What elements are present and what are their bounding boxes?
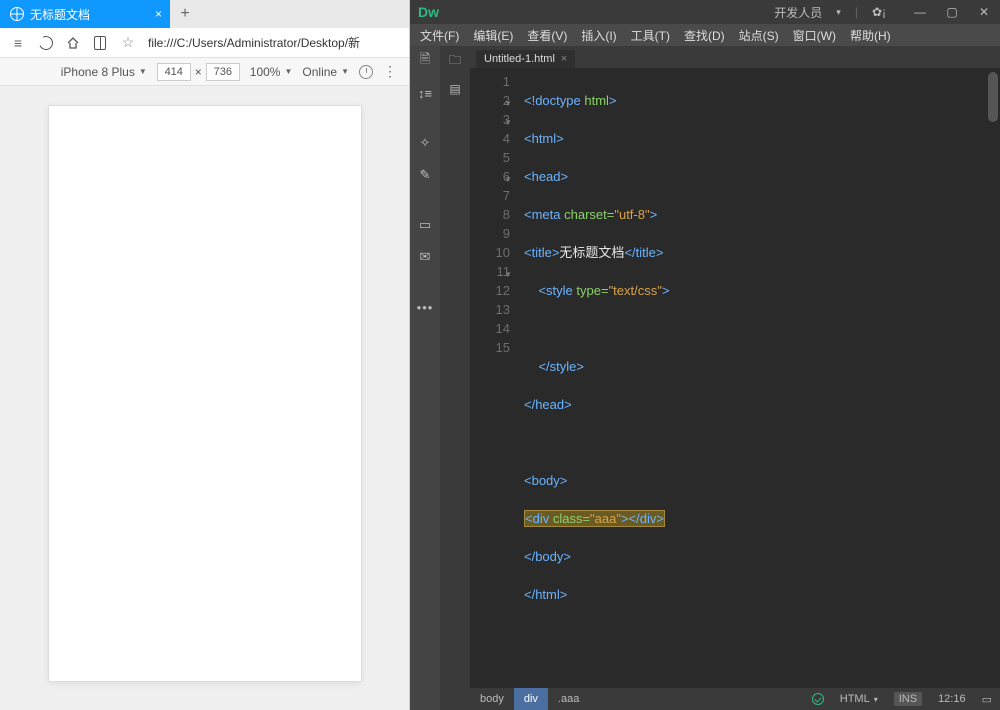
brush-icon[interactable]: ✎: [416, 166, 434, 184]
line-gutter: 1 2▼ 3▼ 4 5 6▼ 7 8 9 10 11▼ 12 13 14: [470, 68, 518, 688]
bookmark-icon[interactable]: ☆: [120, 35, 136, 51]
viewport-dimensions: ×: [157, 63, 240, 81]
dw-titlebar: Dw 开发人员 ▾ | ✿¡ — ▢ ✕: [410, 0, 1000, 24]
panel-files-icon[interactable]: 🗀: [446, 52, 464, 70]
code-editor[interactable]: 1 2▼ 3▼ 4 5 6▼ 7 8 9 10 11▼ 12 13 14: [470, 68, 1000, 688]
dw-logo: Dw: [418, 4, 439, 20]
status-time: 12:16: [930, 693, 974, 705]
tab-title: 无标题文档: [30, 6, 90, 23]
crumb-body[interactable]: body: [470, 688, 514, 710]
chat-icon[interactable]: ▭: [416, 216, 434, 234]
close-file-icon[interactable]: ×: [561, 53, 567, 65]
device-preview: [0, 86, 409, 710]
globe-icon: [10, 7, 24, 21]
file-tab-label: Untitled-1.html: [484, 53, 555, 65]
throttle-value: Online: [302, 65, 337, 79]
wand-icon[interactable]: ✧: [416, 134, 434, 152]
status-lang[interactable]: HTML ▾: [832, 693, 886, 705]
dw-menubar: 文件(F) 编辑(E) 查看(V) 插入(I) 工具(T) 查找(D) 站点(S…: [410, 24, 1000, 46]
maximize-button[interactable]: ▢: [942, 5, 962, 19]
status-bar: body div .aaa HTML ▾ INS 12:16 ▭: [470, 688, 1000, 710]
device-select[interactable]: iPhone 8 Plus▼: [61, 65, 147, 79]
more-icon[interactable]: ⋮: [383, 63, 397, 80]
menu-insert[interactable]: 插入(I): [581, 27, 616, 44]
throttle-select[interactable]: Online▼: [302, 65, 349, 79]
workspace-drop-icon[interactable]: ▾: [836, 7, 841, 18]
editor-scrollbar[interactable]: [988, 72, 998, 122]
status-ok-icon[interactable]: [804, 693, 832, 705]
device-name: iPhone 8 Plus: [61, 65, 135, 79]
rotate-icon[interactable]: [359, 65, 373, 79]
file-tab[interactable]: Untitled-1.html ×: [476, 50, 575, 68]
panel-css-icon[interactable]: ▤: [446, 80, 464, 98]
menu-icon[interactable]: ≡: [10, 35, 26, 51]
menu-site[interactable]: 站点(S): [739, 27, 779, 44]
menu-help[interactable]: 帮助(H): [850, 27, 891, 44]
reload-icon[interactable]: [38, 35, 54, 51]
menu-window[interactable]: 窗口(W): [793, 27, 836, 44]
panel-toolbar: 🗀 ▤: [440, 46, 470, 710]
workspace-label[interactable]: 开发人员: [774, 4, 822, 21]
left-toolbar: 🗎 ↕≡ ✧ ✎ ▭ ✉ •••: [410, 46, 440, 710]
adjust-icon[interactable]: ↕≡: [416, 84, 434, 102]
settings-icon[interactable]: ✿¡: [872, 5, 886, 19]
height-input[interactable]: [206, 63, 240, 81]
crumb-div[interactable]: div: [514, 688, 548, 710]
url-field[interactable]: file:///C:/Users/Administrator/Desktop/新: [148, 34, 399, 51]
file-icon[interactable]: 🗎: [416, 52, 434, 70]
new-tab-button[interactable]: +: [170, 0, 200, 28]
address-bar: ≡ ☆ file:///C:/Users/Administrator/Deskt…: [0, 28, 409, 58]
menu-file[interactable]: 文件(F): [420, 27, 459, 44]
sep: |: [855, 5, 858, 19]
file-tabs: Untitled-1.html ×: [470, 46, 1000, 68]
tab-bar: 无标题文档 × +: [0, 0, 409, 28]
minimize-button[interactable]: —: [910, 5, 930, 19]
close-tab-icon[interactable]: ×: [155, 7, 162, 21]
zoom-value: 100%: [250, 65, 281, 79]
menu-edit[interactable]: 编辑(E): [473, 27, 513, 44]
status-mode[interactable]: INS: [886, 692, 930, 706]
device-toolbar: iPhone 8 Plus▼ × 100%▼ Online▼ ⋮: [0, 58, 409, 86]
device-frame[interactable]: [49, 106, 361, 681]
menu-find[interactable]: 查找(D): [684, 27, 725, 44]
menu-tools[interactable]: 工具(T): [631, 27, 670, 44]
width-input[interactable]: [157, 63, 191, 81]
menu-view[interactable]: 查看(V): [527, 27, 567, 44]
dreamweaver-pane: Dw 开发人员 ▾ | ✿¡ — ▢ ✕ 文件(F) 编辑(E) 查看(V) 插…: [410, 0, 1000, 710]
reader-icon[interactable]: [92, 35, 108, 51]
browser-tab[interactable]: 无标题文档 ×: [0, 0, 170, 28]
status-screen-icon[interactable]: ▭: [974, 693, 1000, 706]
browser-pane: 无标题文档 × + ≡ ☆ file:///C:/Users/Administr…: [0, 0, 410, 710]
code-area[interactable]: <!doctype html> <html> <head> <meta char…: [518, 68, 1000, 688]
close-button[interactable]: ✕: [974, 5, 994, 19]
crumb-class[interactable]: .aaa: [548, 688, 589, 710]
dim-sep: ×: [195, 65, 202, 79]
comment-icon[interactable]: ✉: [416, 248, 434, 266]
home-icon[interactable]: [66, 36, 80, 50]
zoom-select[interactable]: 100%▼: [250, 65, 293, 79]
more-tools-icon[interactable]: •••: [416, 298, 434, 316]
